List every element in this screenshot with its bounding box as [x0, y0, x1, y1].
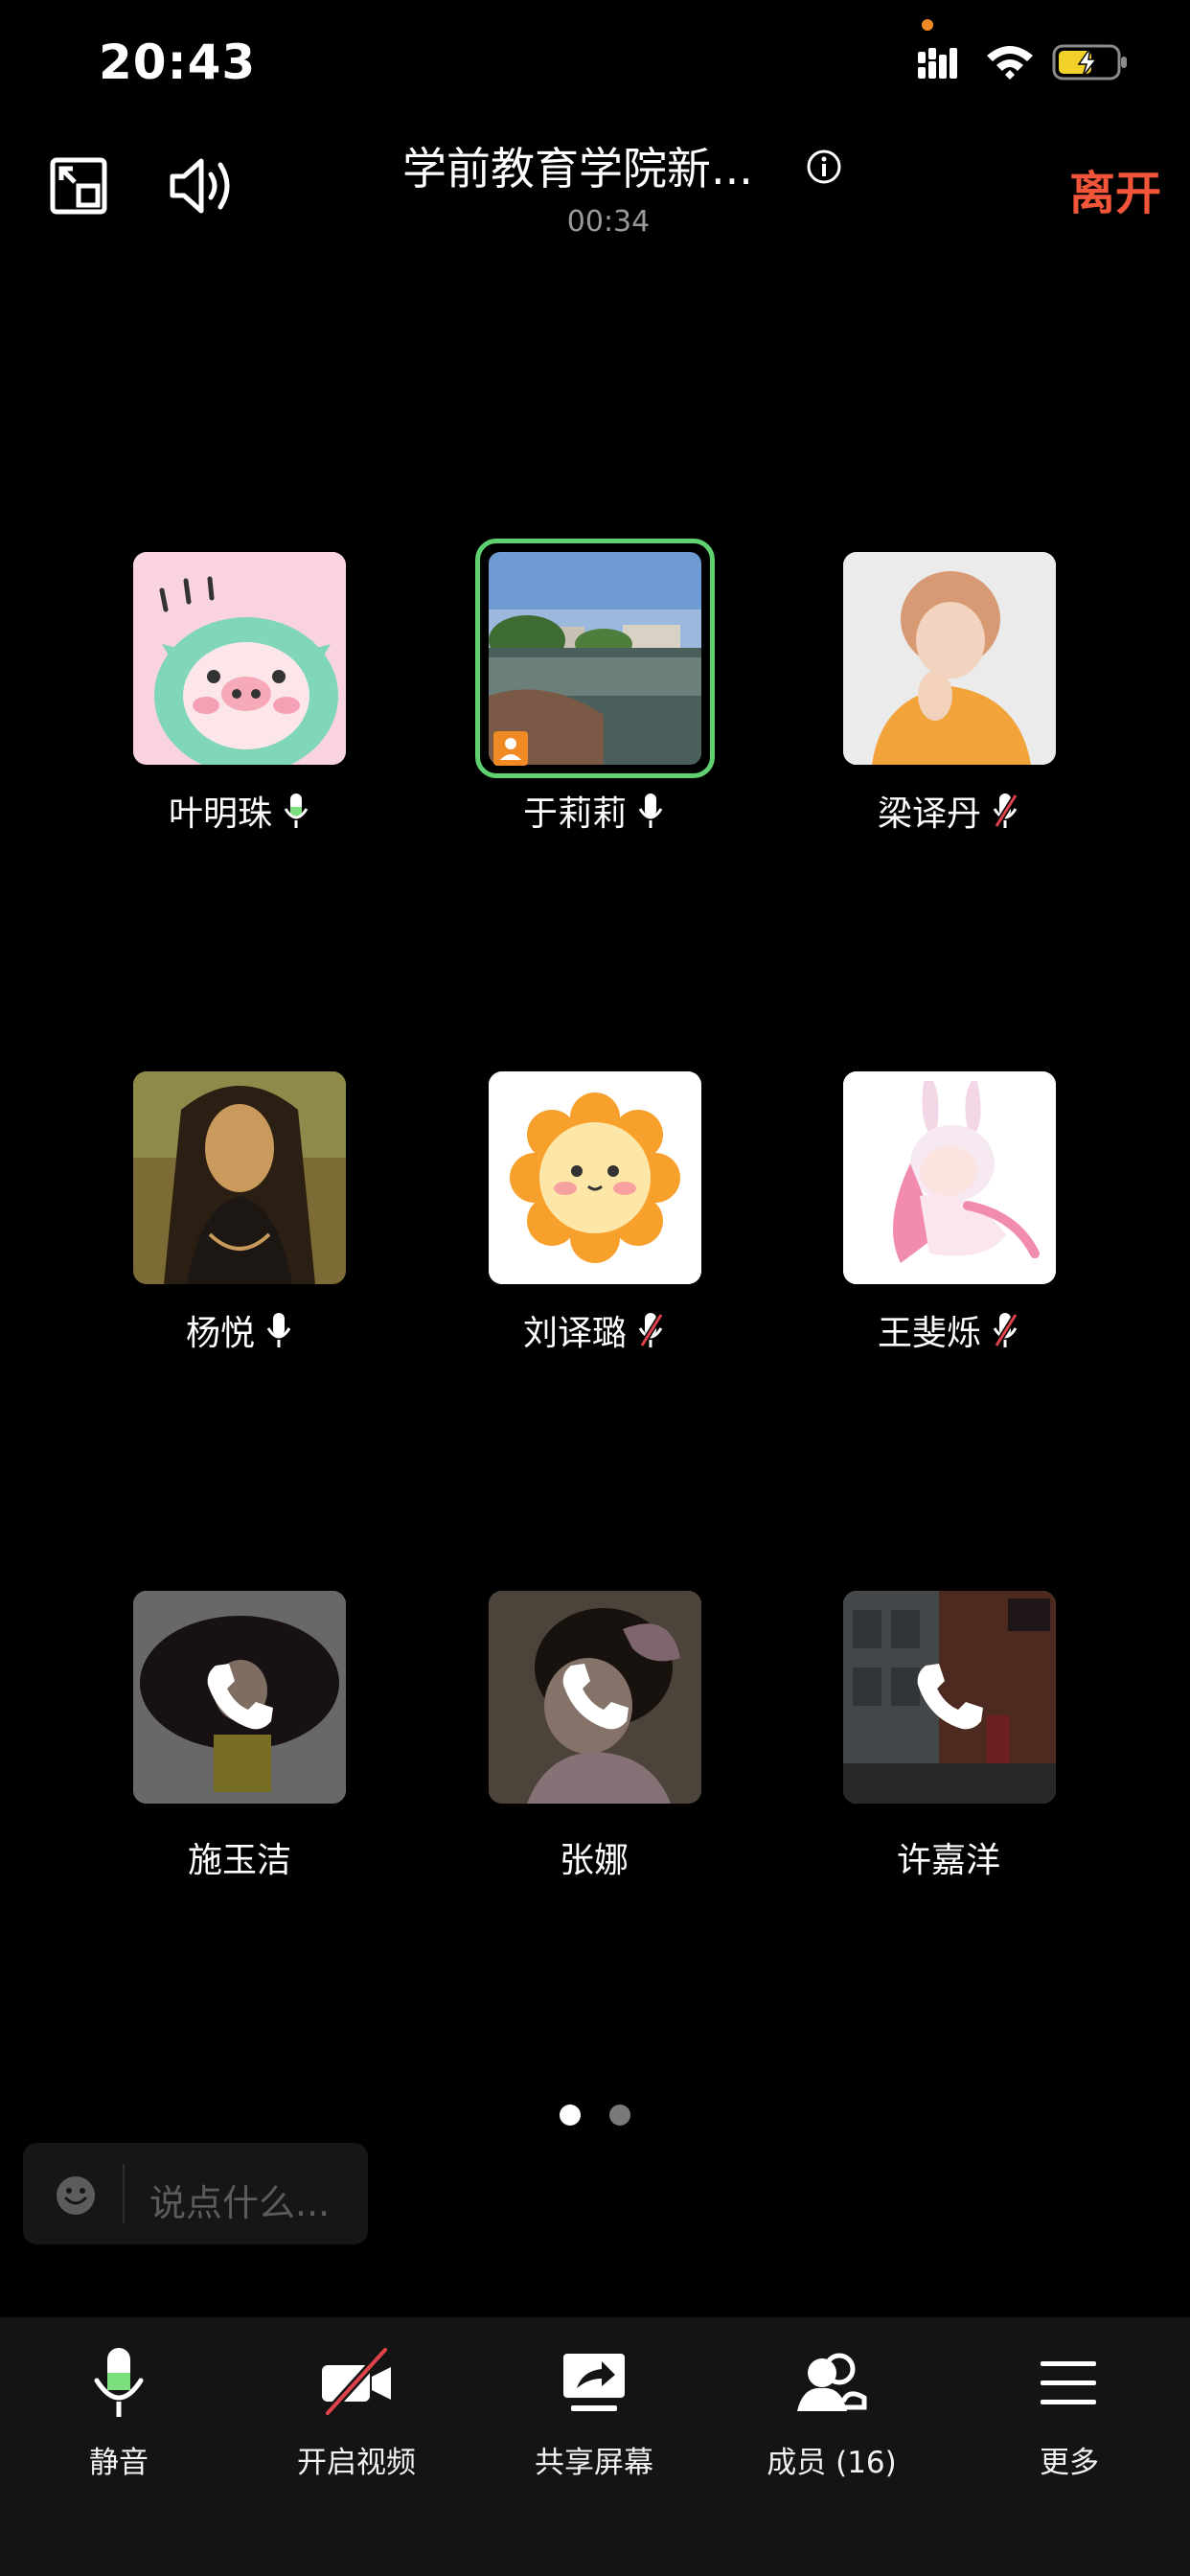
more-button[interactable]: 更多 [973, 2344, 1165, 2481]
info-icon[interactable] [805, 148, 843, 186]
members-button[interactable]: 成员 (16) [736, 2344, 927, 2481]
participant-avatar-calling[interactable] [133, 1591, 346, 1804]
wifi-icon [987, 46, 1033, 80]
participant-name-row: 王斐烁 [805, 1305, 1092, 1355]
participant-name-row: 杨悦 [96, 1305, 383, 1355]
calling-phone-icon [562, 1664, 629, 1730]
host-badge-icon [493, 731, 528, 766]
page-indicator[interactable] [609, 2104, 630, 2126]
chat-placeholder: 说点什么... [149, 2182, 331, 2224]
share-screen-icon [563, 2354, 625, 2411]
microphone-icon [94, 2348, 144, 2417]
participant-name: 刘译璐 [522, 1314, 627, 1353]
leave-button[interactable]: 离开 [1069, 155, 1161, 222]
calling-phone-icon [207, 1664, 273, 1730]
participant-avatar[interactable] [843, 1071, 1056, 1284]
minimize-window-icon[interactable] [50, 157, 107, 215]
participant-avatar-calling[interactable] [489, 1591, 701, 1804]
participant-avatar[interactable] [489, 1071, 701, 1284]
mic-muted-icon [993, 1313, 1018, 1347]
participant-name-row: 许嘉洋 [805, 1832, 1092, 1882]
mic-active-icon [638, 794, 663, 828]
participant-name: 杨悦 [185, 1314, 255, 1353]
mute-label: 静音 [89, 2446, 149, 2480]
more-label: 更多 [1040, 2446, 1099, 2480]
members-icon [797, 2353, 867, 2411]
cellular-signal-icon [918, 48, 957, 79]
participant-name: 张娜 [559, 1841, 629, 1880]
sun-character-icon [489, 1071, 701, 1284]
meeting-duration: 00:34 [566, 205, 651, 239]
share-screen-button[interactable]: 共享屏幕 [498, 2344, 690, 2481]
calling-phone-icon [917, 1664, 983, 1730]
participant-name: 许嘉洋 [896, 1841, 1000, 1880]
start-video-label: 开启视频 [297, 2446, 416, 2480]
status-time: 20:43 [99, 34, 257, 90]
participant-avatar[interactable] [133, 1071, 346, 1284]
portrait-painting-icon [133, 1071, 346, 1284]
participant-name: 王斐烁 [877, 1314, 981, 1353]
mic-active-icon [266, 1313, 291, 1347]
mic-muted-icon [638, 1313, 664, 1347]
members-label: 成员 (16) [767, 2446, 897, 2480]
start-video-button[interactable]: 开启视频 [261, 2344, 452, 2481]
person-photo-icon [843, 552, 1056, 765]
participant-avatar-calling[interactable] [843, 1591, 1056, 1804]
mic-active-icon [284, 794, 309, 828]
battery-charging-icon [1052, 44, 1127, 80]
participant-name: 梁译丹 [877, 794, 981, 834]
participant-avatar[interactable] [133, 552, 346, 765]
mic-muted-icon [993, 794, 1018, 828]
emoji-icon[interactable] [56, 2175, 96, 2216]
share-screen-label: 共享屏幕 [535, 2446, 653, 2480]
participant-name-row: 刘译璐 [450, 1305, 738, 1355]
participant-name-row: 施玉洁 [96, 1832, 383, 1882]
participant-name-row: 叶明珠 [96, 786, 383, 836]
chat-divider [123, 2164, 125, 2223]
page-indicator-active[interactable] [560, 2104, 581, 2126]
participant-name: 于莉莉 [522, 794, 627, 834]
participant-name-row: 梁译丹 [805, 786, 1092, 836]
speaker-icon[interactable] [169, 155, 236, 217]
participant-name-row: 于莉莉 [450, 786, 738, 836]
participant-name: 施玉洁 [187, 1841, 291, 1880]
participant-avatar[interactable] [843, 552, 1056, 765]
pig-cartoon-icon [133, 552, 346, 765]
participant-name: 叶明珠 [168, 794, 272, 834]
meeting-title[interactable]: 学前教育学院新... [402, 134, 786, 197]
mute-button[interactable]: 静音 [23, 2344, 215, 2481]
participant-name-row: 张娜 [450, 1832, 738, 1882]
video-off-icon [322, 2346, 391, 2417]
anime-bunny-icon [843, 1071, 1056, 1284]
menu-icon [1041, 2361, 1096, 2404]
participant-avatar-speaking[interactable] [475, 539, 715, 778]
camera-indicator-icon [922, 19, 933, 31]
